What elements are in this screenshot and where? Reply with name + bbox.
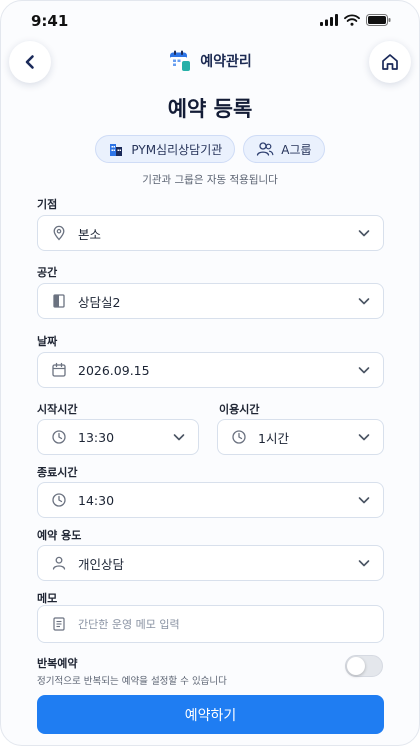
memo-input[interactable]: 간단한 운영 메모 입력 xyxy=(37,605,384,643)
chevron-down-icon xyxy=(358,298,370,305)
purpose-value: 개인상담 xyxy=(78,556,125,572)
calendar-app-icon xyxy=(170,50,191,71)
branch-select[interactable]: 본소 xyxy=(37,215,384,251)
branch-label: 기점 xyxy=(37,198,58,211)
users-icon xyxy=(257,142,274,156)
building-icon xyxy=(110,144,123,156)
purpose-label: 예약 용도 xyxy=(37,529,82,542)
person-icon xyxy=(50,554,68,572)
repeat-toggle[interactable] xyxy=(345,655,383,677)
app-screen: 9:41 예약관리 예약 등록 PYM심리상담기관 A그룹 기관과 그룹은 자동… xyxy=(0,0,420,746)
chevron-down-icon xyxy=(358,230,370,237)
start-time-label: 시작시간 xyxy=(37,403,78,416)
chevron-down-icon xyxy=(358,560,370,567)
branch-value: 본소 xyxy=(78,226,102,242)
memo-label: 메모 xyxy=(37,592,58,605)
start-time-select[interactable]: 13:30 xyxy=(37,419,199,455)
chevron-down-icon xyxy=(173,434,185,441)
system-icons xyxy=(320,14,391,26)
brand-name: 예약관리 xyxy=(200,54,252,70)
duration-label: 이용시간 xyxy=(219,403,260,416)
page-title: 예약 등록 xyxy=(167,97,253,121)
end-time-select[interactable]: 14:30 xyxy=(37,482,384,518)
chevron-down-icon xyxy=(358,497,370,504)
date-label: 날짜 xyxy=(37,335,58,348)
clock-icon xyxy=(230,428,248,446)
wifi-icon xyxy=(344,14,360,26)
status-bar: 9:41 xyxy=(1,1,419,41)
end-time-label: 종료시간 xyxy=(37,466,78,479)
group-name: A그룹 xyxy=(281,142,312,157)
toggle-knob xyxy=(347,657,365,675)
context-chips: PYM심리상담기관 A그룹 xyxy=(1,135,419,163)
auto-apply-note: 기관과 그룹은 자동 적용됩니다 xyxy=(142,174,278,186)
brand: 예약관리 xyxy=(1,49,419,73)
room-value: 상담실2 xyxy=(78,294,121,310)
signal-icon xyxy=(320,14,338,26)
status-time: 9:41 xyxy=(31,12,69,30)
location-pin-icon xyxy=(50,224,68,242)
organization-chip: PYM심리상담기관 xyxy=(95,135,236,163)
room-select[interactable]: 상담실2 xyxy=(37,283,384,319)
start-time-value: 13:30 xyxy=(78,429,115,445)
purpose-select[interactable]: 개인상담 xyxy=(37,545,384,581)
room-label: 공간 xyxy=(37,266,58,279)
organization-name: PYM심리상담기관 xyxy=(131,142,223,157)
chevron-down-icon xyxy=(358,367,370,374)
repeat-description: 정기적으로 반복되는 예약을 설정할 수 있습니다 xyxy=(37,676,227,687)
battery-icon xyxy=(366,14,391,26)
memo-icon xyxy=(50,615,68,633)
date-value: 2026.09.15 xyxy=(78,362,150,378)
clock-icon xyxy=(50,428,68,446)
door-icon xyxy=(50,292,68,310)
memo-placeholder: 간단한 운영 메모 입력 xyxy=(78,618,180,631)
end-time-value: 14:30 xyxy=(78,492,115,508)
repeat-label: 반복예약 xyxy=(37,657,78,670)
date-select[interactable]: 2026.09.15 xyxy=(37,352,384,388)
submit-button[interactable]: 예약하기 xyxy=(37,695,384,734)
duration-value: 1시간 xyxy=(258,430,289,446)
calendar-icon xyxy=(50,361,68,379)
chevron-down-icon xyxy=(358,434,370,441)
duration-select[interactable]: 1시간 xyxy=(217,419,384,455)
clock-icon xyxy=(50,491,68,509)
group-chip: A그룹 xyxy=(243,135,325,163)
